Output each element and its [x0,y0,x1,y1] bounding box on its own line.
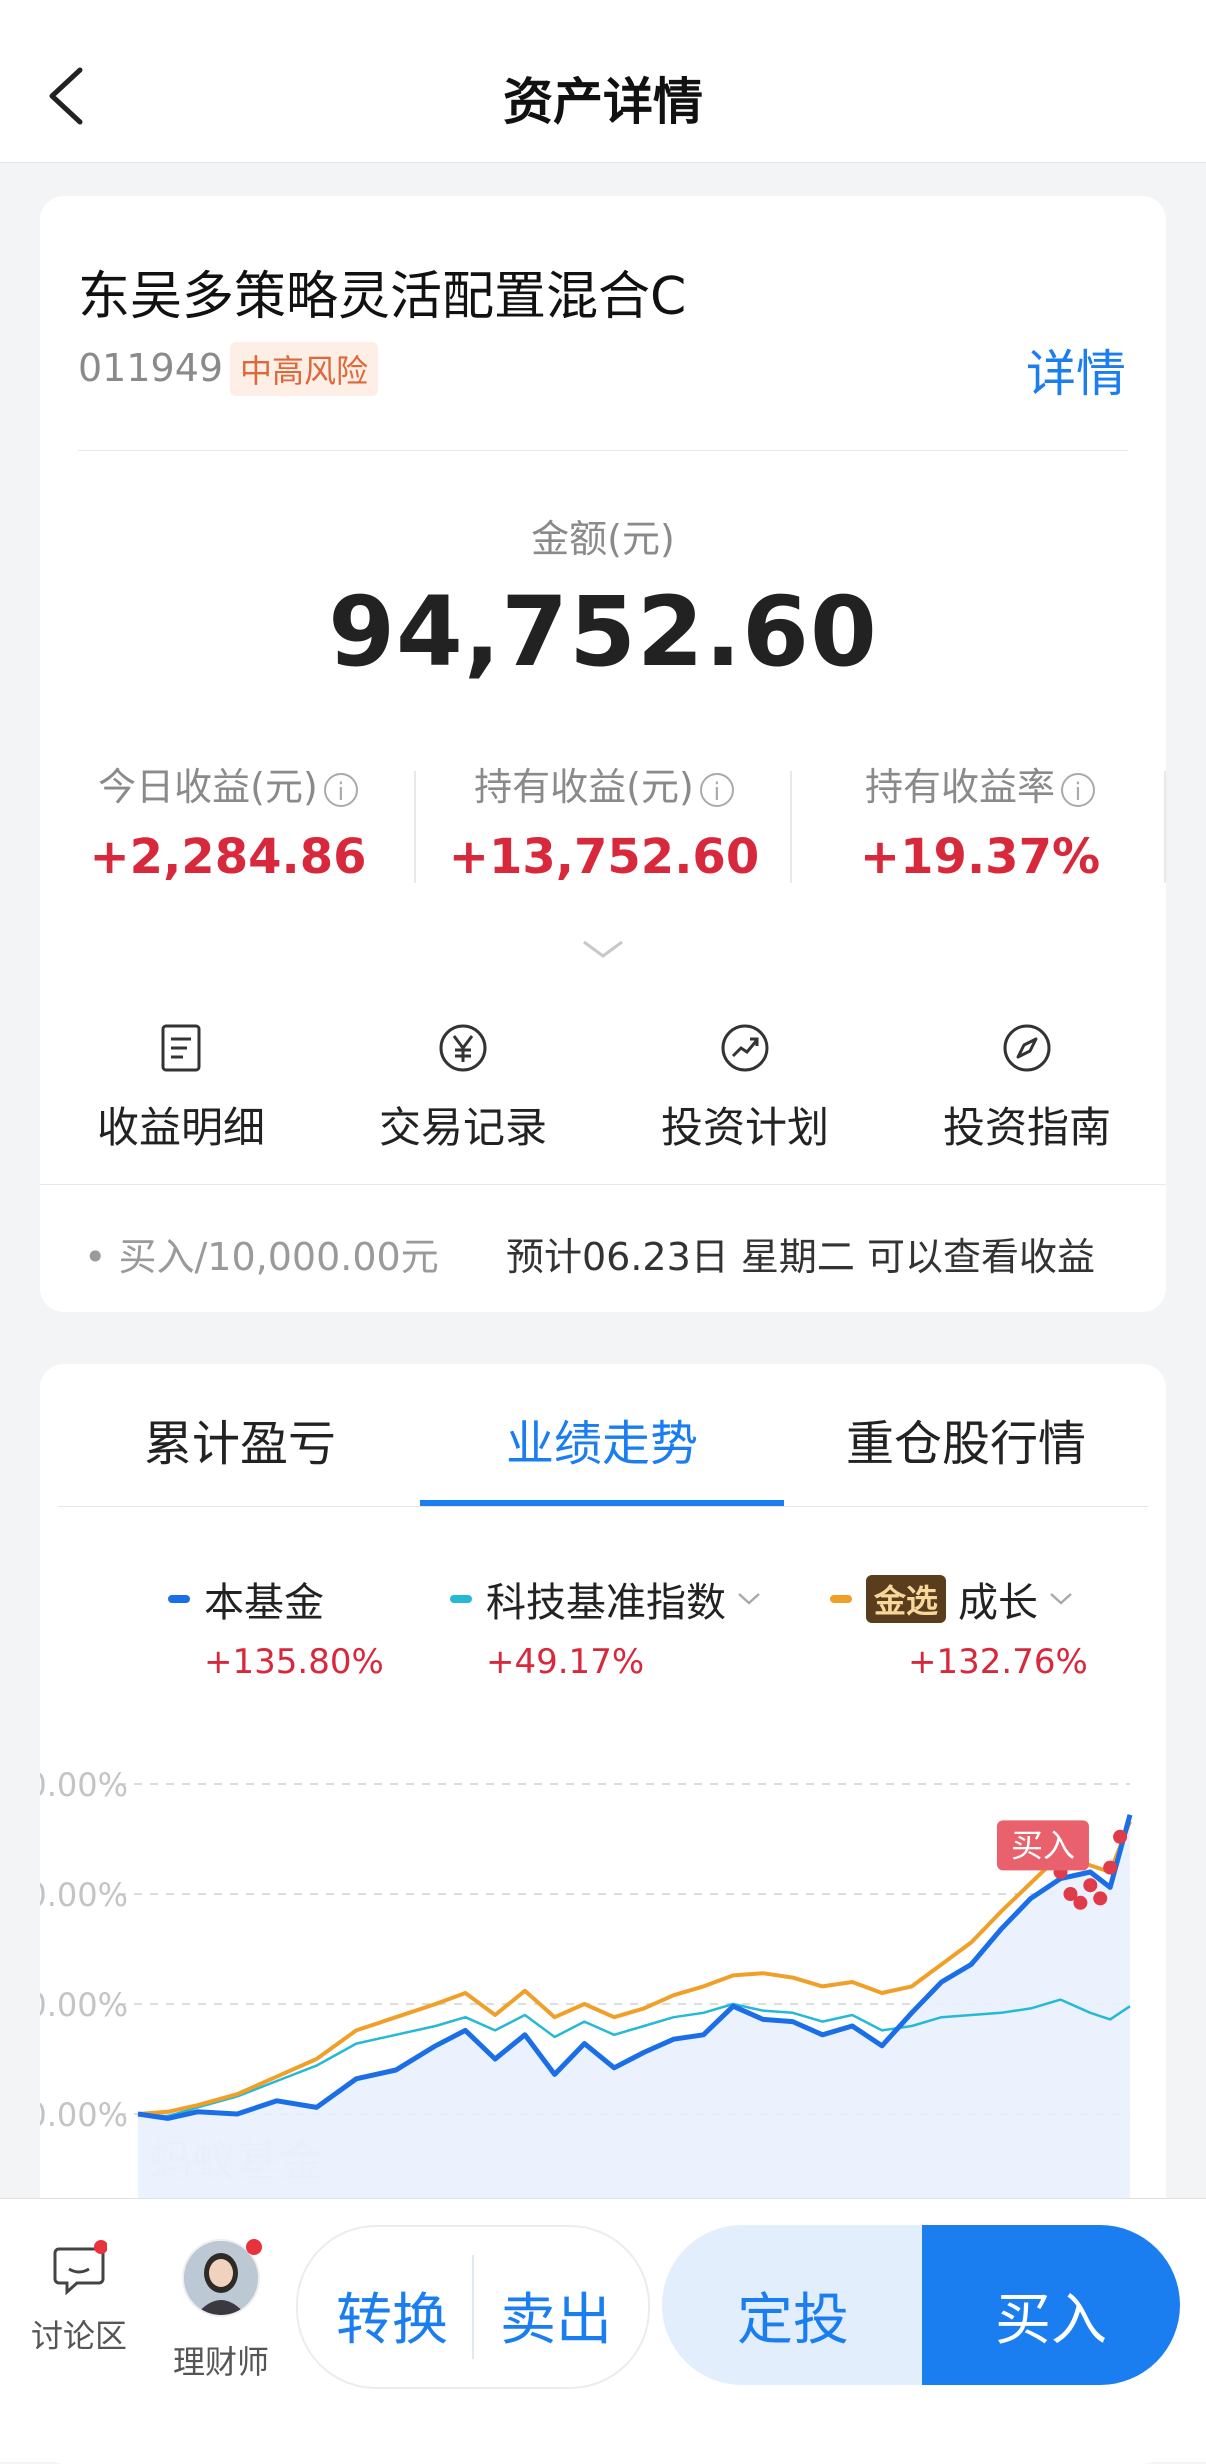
action-label: 交易记录 [378,1103,547,1152]
fund-summary-card: 东吴多策略灵活配置混合C 011949 中高风险 详情 金额(元) 94,752… [40,196,1166,1312]
discussion-entry[interactable]: 讨论区 [24,2239,134,2357]
jinxuan-badge: 金选 [866,1575,947,1623]
legend-item-growth[interactable]: 金选 成长 +132.76% [830,1570,1088,1682]
notification-dot [246,2239,262,2255]
action-invest-plan[interactable]: 投资计划 [604,1022,886,1155]
stat-holding-profit: 持有收益(元) i +13,752.60 [416,756,792,885]
compass-icon [1003,1024,1051,1072]
stat-today-profit: 今日收益(元) i +2,284.86 [40,756,416,885]
amount-label: 金额(元) [531,517,675,561]
detail-link[interactable]: 详情 [1026,334,1126,406]
buy-point-marker [1073,1895,1088,1910]
legend-label: 科技基准指数 [486,1580,726,1626]
advisor-entry[interactable]: 理财师 [166,2239,276,2383]
risk-badge: 中高风险 [230,342,379,396]
y-tick-label: 0.00% [40,2096,128,2134]
stat-value: +19.37% [859,829,1101,885]
stat-label: 持有收益率 [864,765,1055,809]
buy-point-marker [1083,1878,1098,1893]
buy-point-marker [1103,1860,1118,1875]
tab-divider [58,1506,1148,1507]
chevron-down-icon[interactable] [578,936,628,962]
action-invest-guide[interactable]: 投资指南 [886,1022,1168,1155]
action-label: 投资指南 [942,1103,1111,1152]
legend-label: 本基金 [204,1580,324,1626]
divider [78,450,1128,451]
chevron-down-icon [738,1593,760,1605]
action-income-detail[interactable]: 收益明细 [40,1022,322,1155]
tab-performance-trend[interactable]: 业绩走势 [420,1404,784,1474]
buy-button[interactable]: 买入 [922,2225,1180,2385]
stat-holding-rate: 持有收益率 i +19.37% [792,756,1168,885]
legend-swatch [830,1595,852,1603]
buy-point-marker [1093,1891,1108,1906]
convert-button[interactable]: 转换 [336,2275,448,2356]
stat-divider [1164,771,1166,883]
chevron-down-icon [1050,1593,1072,1605]
y-tick-label: 100.00% [40,1876,128,1914]
yen-circle-icon [439,1024,487,1072]
buy-point-marker [1113,1829,1128,1844]
fund-area-fill [138,1814,1130,2224]
fixed-invest-button[interactable]: 定投 [662,2225,932,2385]
sell-button[interactable]: 卖出 [500,2275,612,2356]
discussion-label: 讨论区 [30,2317,127,2355]
legend-value: +132.76% [908,1642,1088,1682]
buy-record-note: • 买入/10,000.00元 [84,1235,439,1279]
document-icon [161,1024,201,1072]
chat-bubble-icon [53,2240,107,2296]
active-tab-indicator [420,1500,784,1506]
advisor-label: 理财师 [172,2343,269,2381]
legend-item-benchmark[interactable]: 科技基准指数 +49.17% [450,1570,762,1682]
info-icon[interactable]: i [699,772,734,807]
y-tick-label: 150.00% [40,1766,128,1804]
legend-value: +49.17% [486,1642,645,1682]
info-icon[interactable]: i [1061,772,1095,807]
legend-label: 成长 [958,1580,1039,1626]
page-title: 资产详情 [503,73,703,131]
fixed-invest-label: 定投 [737,2288,849,2353]
button-divider [472,2255,474,2359]
action-label: 收益明细 [96,1103,265,1152]
action-label: 投资计划 [660,1103,829,1152]
notification-dot [94,2240,107,2254]
legend-swatch [168,1595,190,1603]
trend-icon [721,1024,769,1072]
info-icon[interactable]: i [323,772,358,807]
buy-tag-label: 买入 [1011,1826,1075,1864]
stat-value: +13,752.60 [448,829,760,885]
bottom-action-bar: 讨论区 理财师 转换 卖出 定投 买入 [0,2198,1206,2462]
buy-record-text: 买入/10,000.00元 [118,1235,439,1279]
expect-note: 预计06.23日 星期二 可以查看收益 [506,1235,1095,1279]
convert-sell-group: 转换 卖出 [296,2225,650,2389]
buy-label: 买入 [995,2288,1107,2353]
tab-cumulative-pnl[interactable]: 累计盈亏 [58,1404,422,1474]
legend-value: +135.80% [204,1642,384,1682]
stat-label: 今日收益(元) [98,765,318,809]
stat-label: 持有收益(元) [474,765,694,809]
action-trade-record[interactable]: 交易记录 [322,1022,604,1155]
legend-item-fund: 本基金 +135.80% [168,1570,384,1682]
tab-top-holdings[interactable]: 重仓股行情 [784,1404,1148,1474]
app-header: 资产详情 [0,0,1206,163]
legend-swatch [450,1595,472,1603]
fund-name: 东吴多策略灵活配置混合C [78,267,687,327]
y-tick-label: 50.00% [40,1986,128,2024]
stat-value: +2,284.86 [89,829,367,885]
fund-code: 011949 [78,346,224,390]
divider [40,1184,1166,1185]
amount-value: 94,752.60 [328,576,878,688]
